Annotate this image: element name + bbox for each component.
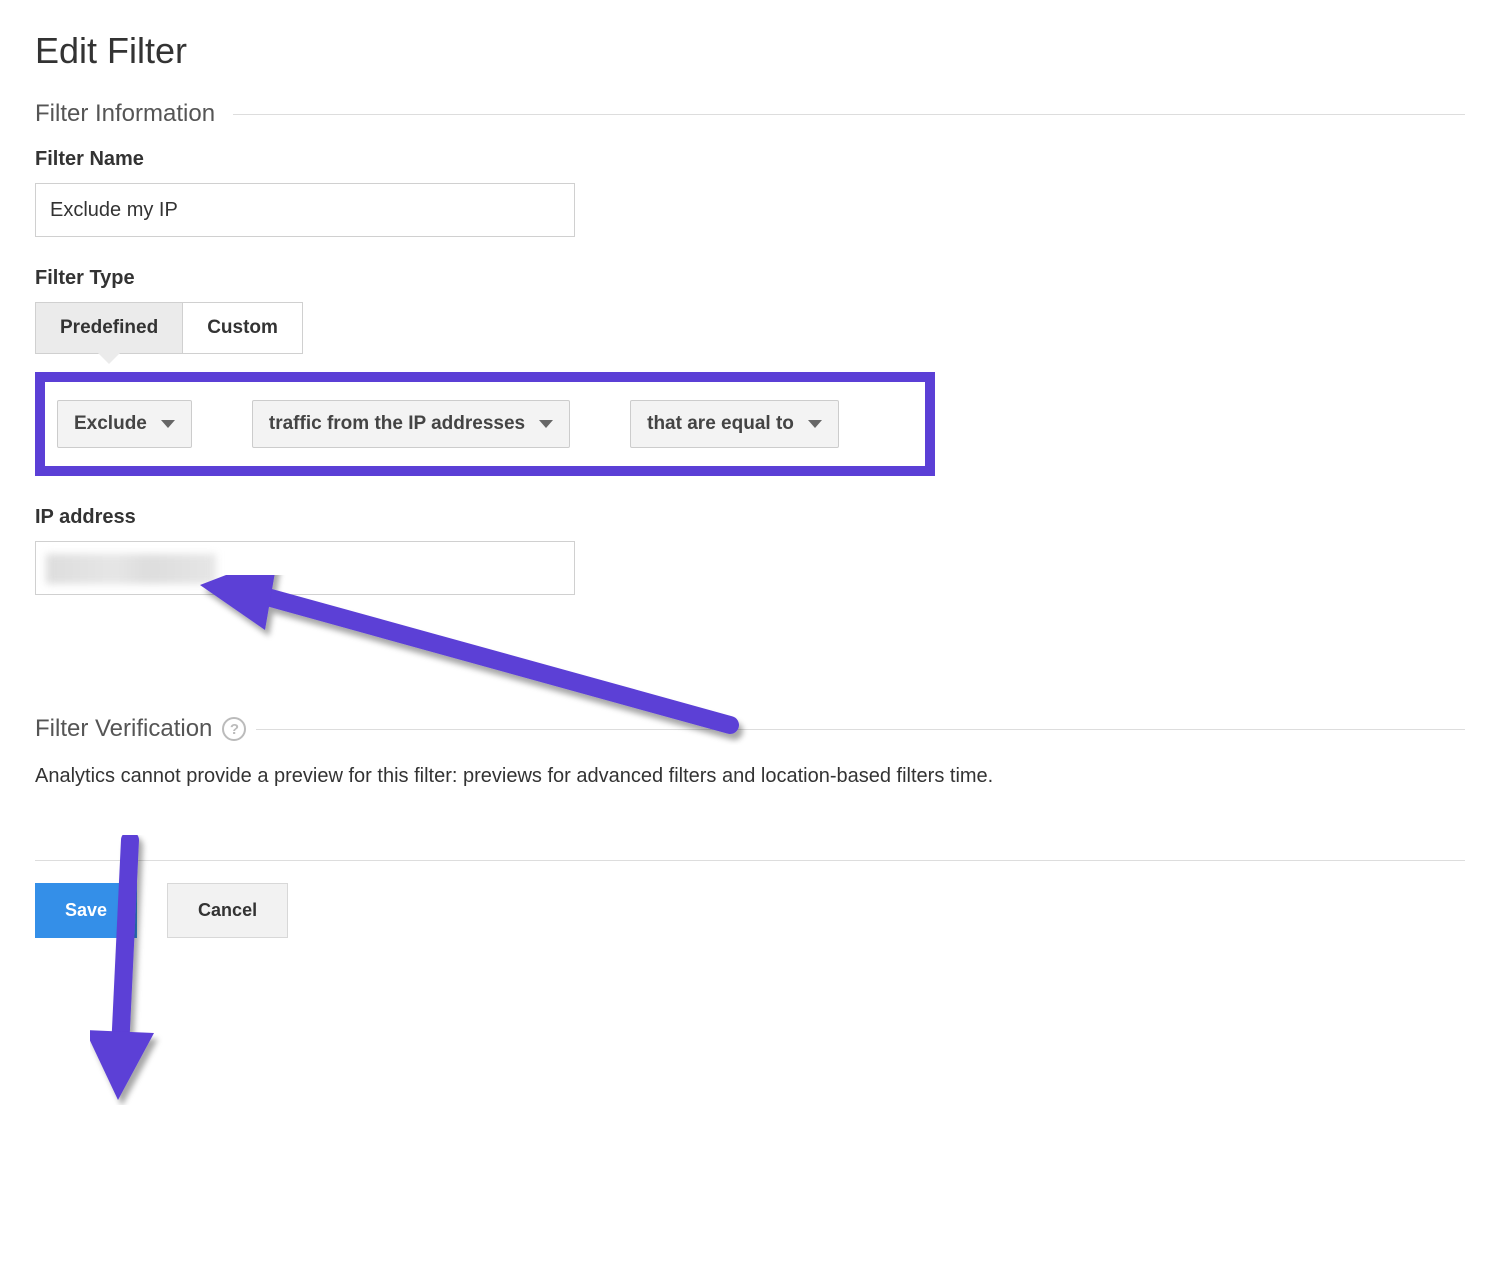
tab-predefined[interactable]: Predefined bbox=[36, 303, 182, 353]
footer-divider bbox=[35, 860, 1465, 861]
filter-information-title: Filter Information bbox=[35, 100, 215, 128]
filter-action-value: Exclude bbox=[74, 413, 147, 435]
filter-action-dropdown[interactable]: Exclude bbox=[57, 400, 192, 448]
filter-condition-dropdown[interactable]: that are equal to bbox=[630, 400, 839, 448]
filter-type-label: Filter Type bbox=[35, 267, 1465, 290]
verification-message: Analytics cannot provide a preview for t… bbox=[35, 763, 1465, 790]
filter-name-input[interactable] bbox=[35, 183, 575, 237]
ip-address-field: IP address bbox=[35, 506, 1465, 595]
filter-verification-header: Filter Verification ? bbox=[35, 715, 1465, 743]
filter-source-value: traffic from the IP addresses bbox=[269, 413, 525, 435]
annotation-highlight-box: Exclude traffic from the IP addresses th… bbox=[35, 372, 935, 476]
filter-name-field: Filter Name bbox=[35, 148, 1465, 237]
ip-address-label: IP address bbox=[35, 506, 1465, 529]
action-buttons: Save Cancel bbox=[35, 883, 1465, 938]
section-divider bbox=[233, 114, 1465, 115]
page-title: Edit Filter bbox=[35, 30, 1465, 72]
tab-custom[interactable]: Custom bbox=[182, 303, 302, 353]
annotation-arrow-to-save bbox=[90, 835, 170, 1105]
filter-name-label: Filter Name bbox=[35, 148, 1465, 171]
redacted-ip-value bbox=[46, 554, 216, 584]
help-icon[interactable]: ? bbox=[222, 717, 246, 741]
chevron-down-icon bbox=[161, 420, 175, 428]
filter-information-header: Filter Information bbox=[35, 100, 1465, 128]
cancel-button[interactable]: Cancel bbox=[167, 883, 288, 938]
filter-type-field: Filter Type Predefined Custom Exclude tr… bbox=[35, 267, 1465, 476]
save-button[interactable]: Save bbox=[35, 883, 137, 938]
ip-address-input[interactable] bbox=[35, 541, 575, 595]
filter-verification-section: Filter Verification ? Analytics cannot p… bbox=[35, 715, 1465, 790]
chevron-down-icon bbox=[808, 420, 822, 428]
filter-type-tabs: Predefined Custom bbox=[35, 302, 303, 354]
filter-verification-title: Filter Verification bbox=[35, 715, 212, 743]
filter-source-dropdown[interactable]: traffic from the IP addresses bbox=[252, 400, 570, 448]
filter-condition-value: that are equal to bbox=[647, 413, 794, 435]
chevron-down-icon bbox=[539, 420, 553, 428]
section-divider bbox=[256, 729, 1465, 730]
